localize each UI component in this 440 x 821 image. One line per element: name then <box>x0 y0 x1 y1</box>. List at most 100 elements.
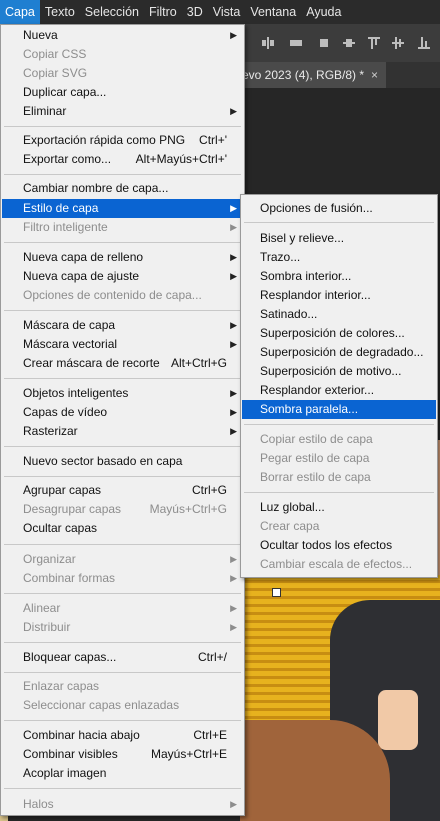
menu-item-alinear[interactable]: Alinear ▶ <box>2 599 243 618</box>
menu-item-nueva[interactable]: Nueva ▶ <box>2 26 243 45</box>
artwork-region <box>240 720 390 821</box>
menu-separator <box>4 378 241 379</box>
submenu-item-resplandor-exterior[interactable]: Resplandor exterior... <box>242 381 436 400</box>
chevron-right-icon: ▶ <box>230 320 237 330</box>
menu-item-objetos-inteligentes[interactable]: Objetos inteligentes ▶ <box>2 384 243 403</box>
submenu-item-bisel-relieve[interactable]: Bisel y relieve... <box>242 229 436 248</box>
menu-item-opciones-contenido[interactable]: Opciones de contenido de capa... <box>2 286 243 305</box>
menu-separator <box>4 242 241 243</box>
menu-separator <box>4 446 241 447</box>
submenu-item-cambiar-escala[interactable]: Cambiar escala de efectos... <box>242 555 436 574</box>
menu-separator <box>4 788 241 789</box>
chevron-right-icon: ▶ <box>230 203 237 213</box>
chevron-right-icon: ▶ <box>230 271 237 281</box>
menu-item-ocultar-capas[interactable]: Ocultar capas <box>2 519 243 538</box>
transform-handle[interactable] <box>272 588 281 597</box>
menu-item-combinar-hacia-abajo[interactable]: Combinar hacia abajo Ctrl+E <box>2 726 243 745</box>
submenu-item-opciones-fusion[interactable]: Opciones de fusión... <box>242 199 436 218</box>
menu-item-eliminar[interactable]: Eliminar ▶ <box>2 102 243 121</box>
shortcut-text: Alt+Mayús+Ctrl+' <box>135 152 227 166</box>
menu-item-acoplar-imagen[interactable]: Acoplar imagen <box>2 764 243 783</box>
menu-separator <box>4 672 241 673</box>
chevron-right-icon: ▶ <box>230 573 237 583</box>
estilo-de-capa-submenu: Opciones de fusión... Bisel y relieve...… <box>240 194 438 578</box>
shortcut-text: Mayús+Ctrl+G <box>149 502 227 516</box>
submenu-item-crear-capa[interactable]: Crear capa <box>242 517 436 536</box>
shortcut-text: Ctrl+G <box>191 483 227 497</box>
submenu-item-trazo[interactable]: Trazo... <box>242 248 436 267</box>
chevron-right-icon: ▶ <box>230 799 237 809</box>
menu-item-filtro-inteligente[interactable]: Filtro inteligente ▶ <box>2 218 243 237</box>
menu-separator <box>4 310 241 311</box>
menu-item-distribuir[interactable]: Distribuir ▶ <box>2 618 243 637</box>
submenu-item-borrar-estilo[interactable]: Borrar estilo de capa <box>242 468 436 487</box>
chevron-right-icon: ▶ <box>230 252 237 262</box>
menu-item-mascara-recorte[interactable]: Crear máscara de recorte Alt+Ctrl+G <box>2 354 243 373</box>
shortcut-text: Mayús+Ctrl+E <box>150 747 227 761</box>
menubar-item-capa[interactable]: Capa <box>0 0 40 24</box>
artwork-region <box>378 690 418 750</box>
capa-menu: Nueva ▶ Copiar CSS Copiar SVG Duplicar ca… <box>0 24 245 816</box>
chevron-right-icon: ▶ <box>230 30 237 40</box>
menu-item-nuevo-sector[interactable]: Nuevo sector basado en capa <box>2 452 243 471</box>
menu-separator <box>4 642 241 643</box>
chevron-right-icon: ▶ <box>230 407 237 417</box>
align-icon[interactable] <box>318 37 330 49</box>
menu-item-nueva-capa-relleno[interactable]: Nueva capa de relleno ▶ <box>2 248 243 267</box>
align-icon[interactable] <box>262 37 274 49</box>
submenu-item-superposicion-degradado[interactable]: Superposición de degradado... <box>242 343 436 362</box>
align-middle-icon[interactable] <box>392 37 404 49</box>
submenu-item-copiar-estilo[interactable]: Copiar estilo de capa <box>242 430 436 449</box>
align-icon[interactable] <box>290 37 302 49</box>
menu-item-copiar-css[interactable]: Copiar CSS <box>2 45 243 64</box>
menu-item-exportacion-rapida[interactable]: Exportación rápida como PNG Ctrl+' <box>2 131 243 150</box>
close-icon[interactable]: × <box>371 62 378 88</box>
menu-item-mascara-capa[interactable]: Máscara de capa ▶ <box>2 316 243 335</box>
menu-separator <box>244 492 434 493</box>
menu-separator <box>4 174 241 175</box>
menubar-item-vista[interactable]: Vista <box>208 0 246 24</box>
menu-item-mascara-vectorial[interactable]: Máscara vectorial ▶ <box>2 335 243 354</box>
menu-item-duplicar-capa[interactable]: Duplicar capa... <box>2 83 243 102</box>
align-top-icon[interactable] <box>368 37 380 49</box>
align-bottom-icon[interactable] <box>418 37 430 49</box>
submenu-item-sombra-interior[interactable]: Sombra interior... <box>242 267 436 286</box>
menubar: Capa Texto Selección Filtro 3D Vista Ven… <box>0 0 440 24</box>
submenu-item-sombra-paralela[interactable]: Sombra paralela... <box>242 400 436 419</box>
menu-item-halos[interactable]: Halos ▶ <box>2 795 243 814</box>
chevron-right-icon: ▶ <box>230 622 237 632</box>
menu-item-nueva-capa-ajuste[interactable]: Nueva capa de ajuste ▶ <box>2 267 243 286</box>
menubar-item-seleccion[interactable]: Selección <box>80 0 144 24</box>
menubar-item-3d[interactable]: 3D <box>182 0 208 24</box>
menu-item-combinar-visibles[interactable]: Combinar visibles Mayús+Ctrl+E <box>2 745 243 764</box>
submenu-item-pegar-estilo[interactable]: Pegar estilo de capa <box>242 449 436 468</box>
menu-separator <box>244 222 434 223</box>
menu-item-seleccionar-enlazadas[interactable]: Seleccionar capas enlazadas <box>2 696 243 715</box>
menu-item-organizar[interactable]: Organizar ▶ <box>2 550 243 569</box>
menubar-item-ayuda[interactable]: Ayuda <box>301 0 346 24</box>
menubar-item-ventana[interactable]: Ventana <box>245 0 301 24</box>
menubar-item-texto[interactable]: Texto <box>40 0 80 24</box>
menu-item-estilo-de-capa[interactable]: Estilo de capa ▶ <box>2 199 243 218</box>
align-icon[interactable] <box>343 37 355 49</box>
menu-item-agrupar-capas[interactable]: Agrupar capas Ctrl+G <box>2 481 243 500</box>
menu-item-desagrupar-capas[interactable]: Desagrupar capas Mayús+Ctrl+G <box>2 500 243 519</box>
document-tab-title: evo 2023 (4), RGB/8) * <box>242 68 365 82</box>
menu-item-combinar-formas[interactable]: Combinar formas ▶ <box>2 569 243 588</box>
menubar-item-filtro[interactable]: Filtro <box>144 0 182 24</box>
menu-item-cambiar-nombre[interactable]: Cambiar nombre de capa... <box>2 179 243 198</box>
submenu-item-resplandor-interior[interactable]: Resplandor interior... <box>242 286 436 305</box>
menu-item-bloquear-capas[interactable]: Bloquear capas... Ctrl+/ <box>2 648 243 667</box>
submenu-item-superposicion-motivo[interactable]: Superposición de motivo... <box>242 362 436 381</box>
menu-item-exportar-como[interactable]: Exportar como... Alt+Mayús+Ctrl+' <box>2 150 243 169</box>
submenu-item-superposicion-colores[interactable]: Superposición de colores... <box>242 324 436 343</box>
document-tab[interactable]: evo 2023 (4), RGB/8) * × <box>236 62 386 88</box>
shortcut-text: Ctrl+/ <box>197 650 227 664</box>
submenu-item-satinado[interactable]: Satinado... <box>242 305 436 324</box>
menu-item-copiar-svg[interactable]: Copiar SVG <box>2 64 243 83</box>
submenu-item-luz-global[interactable]: Luz global... <box>242 498 436 517</box>
submenu-item-ocultar-efectos[interactable]: Ocultar todos los efectos <box>242 536 436 555</box>
menu-item-capas-video[interactable]: Capas de vídeo ▶ <box>2 403 243 422</box>
menu-item-rasterizar[interactable]: Rasterizar ▶ <box>2 422 243 441</box>
menu-item-enlazar-capas[interactable]: Enlazar capas <box>2 677 243 696</box>
